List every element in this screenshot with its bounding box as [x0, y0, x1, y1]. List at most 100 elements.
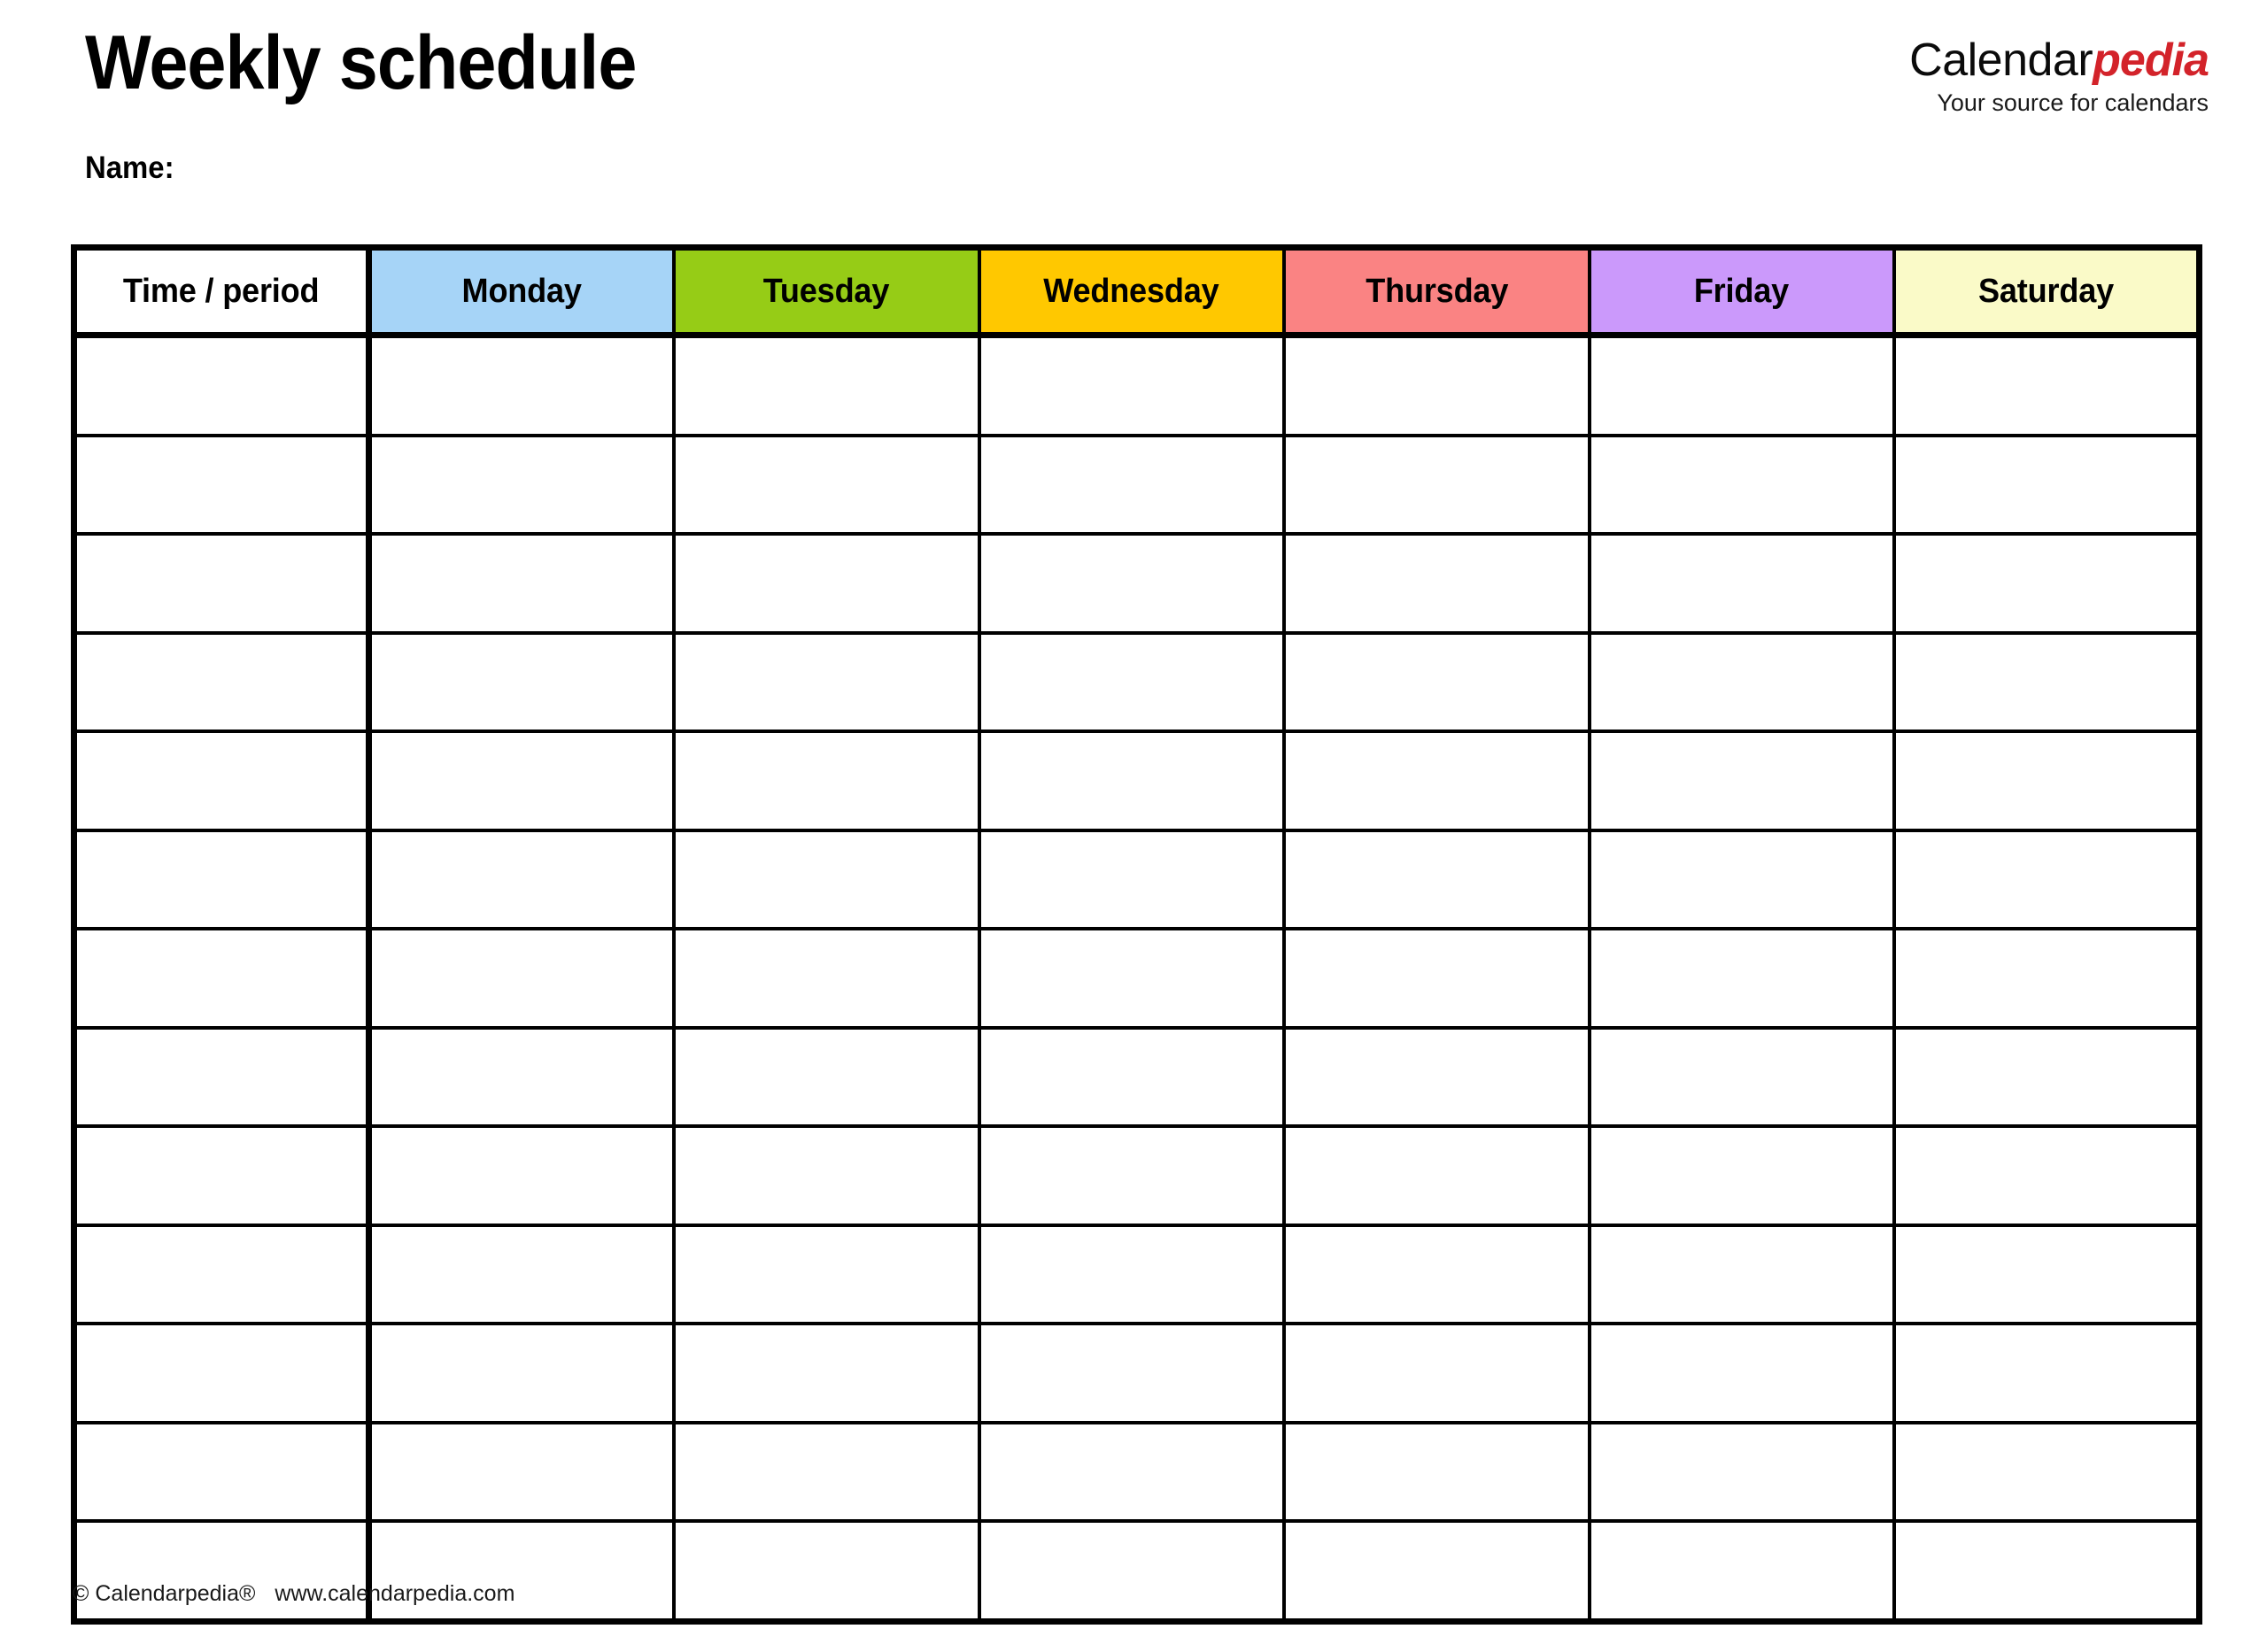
schedule-cell-monday[interactable]	[367, 1324, 676, 1424]
schedule-cell-time[interactable]	[71, 534, 372, 635]
table-row	[71, 929, 2202, 1030]
schedule-cell-thursday[interactable]	[1282, 929, 1591, 1030]
schedule-cell-thursday[interactable]	[1282, 1422, 1591, 1523]
schedule-cell-tuesday[interactable]	[672, 1422, 981, 1523]
schedule-cell-time[interactable]	[71, 435, 372, 536]
schedule-cell-tuesday[interactable]	[672, 1521, 981, 1625]
schedule-cell-thursday[interactable]	[1282, 1324, 1591, 1424]
schedule-cell-friday[interactable]	[1587, 1224, 1896, 1325]
schedule-cell-wednesday[interactable]	[977, 632, 1286, 733]
schedule-cell-wednesday[interactable]	[977, 1027, 1286, 1128]
schedule-cell-friday[interactable]	[1587, 534, 1896, 635]
schedule-cell-saturday[interactable]	[1892, 1224, 2202, 1325]
schedule-cell-friday[interactable]	[1587, 1027, 1896, 1128]
schedule-cell-time[interactable]	[71, 1422, 372, 1523]
schedule-cell-saturday[interactable]	[1892, 929, 2202, 1030]
schedule-cell-tuesday[interactable]	[672, 335, 981, 437]
schedule-cell-thursday[interactable]	[1282, 1126, 1591, 1227]
schedule-cell-friday[interactable]	[1587, 1521, 1896, 1625]
schedule-cell-time[interactable]	[71, 1027, 372, 1128]
column-header-thursday: Thursday	[1282, 244, 1591, 338]
schedule-cell-time[interactable]	[71, 335, 372, 437]
schedule-cell-wednesday[interactable]	[977, 335, 1286, 437]
page-title: Weekly schedule	[85, 20, 637, 105]
schedule-cell-saturday[interactable]	[1892, 830, 2202, 930]
schedule-cell-monday[interactable]	[367, 335, 676, 437]
schedule-cell-time[interactable]	[71, 731, 372, 832]
schedule-cell-tuesday[interactable]	[672, 929, 981, 1030]
schedule-cell-time[interactable]	[71, 830, 372, 930]
schedule-cell-friday[interactable]	[1587, 435, 1896, 536]
schedule-cell-tuesday[interactable]	[672, 435, 981, 536]
schedule-cell-tuesday[interactable]	[672, 1324, 981, 1424]
schedule-cell-friday[interactable]	[1587, 731, 1896, 832]
schedule-cell-time[interactable]	[71, 1224, 372, 1325]
table-row	[71, 534, 2202, 635]
schedule-cell-wednesday[interactable]	[977, 1324, 1286, 1424]
schedule-cell-monday[interactable]	[367, 1126, 676, 1227]
schedule-cell-monday[interactable]	[367, 731, 676, 832]
schedule-cell-thursday[interactable]	[1282, 1027, 1591, 1128]
schedule-cell-monday[interactable]	[367, 632, 676, 733]
schedule-cell-friday[interactable]	[1587, 929, 1896, 1030]
schedule-cell-thursday[interactable]	[1282, 632, 1591, 733]
column-header-label: Wednesday	[1043, 272, 1219, 310]
schedule-cell-tuesday[interactable]	[672, 632, 981, 733]
schedule-cell-monday[interactable]	[367, 1027, 676, 1128]
schedule-cell-saturday[interactable]	[1892, 1422, 2202, 1523]
column-header-label: Monday	[461, 272, 583, 310]
schedule-cell-tuesday[interactable]	[672, 830, 981, 930]
schedule-cell-wednesday[interactable]	[977, 435, 1286, 536]
schedule-cell-friday[interactable]	[1587, 1324, 1896, 1424]
schedule-cell-time[interactable]	[71, 1126, 372, 1227]
schedule-cell-thursday[interactable]	[1282, 830, 1591, 930]
schedule-cell-wednesday[interactable]	[977, 731, 1286, 832]
schedule-cell-wednesday[interactable]	[977, 830, 1286, 930]
column-header-monday: Monday	[367, 244, 676, 338]
schedule-cell-monday[interactable]	[367, 534, 676, 635]
schedule-cell-saturday[interactable]	[1892, 632, 2202, 733]
schedule-cell-saturday[interactable]	[1892, 731, 2202, 832]
schedule-cell-friday[interactable]	[1587, 335, 1896, 437]
schedule-cell-thursday[interactable]	[1282, 534, 1591, 635]
schedule-cell-thursday[interactable]	[1282, 335, 1591, 437]
schedule-cell-saturday[interactable]	[1892, 534, 2202, 635]
schedule-cell-saturday[interactable]	[1892, 1027, 2202, 1128]
schedule-cell-wednesday[interactable]	[977, 534, 1286, 635]
schedule-cell-saturday[interactable]	[1892, 1324, 2202, 1424]
schedule-cell-thursday[interactable]	[1282, 435, 1591, 536]
schedule-cell-thursday[interactable]	[1282, 1521, 1591, 1625]
schedule-cell-monday[interactable]	[367, 1422, 676, 1523]
schedule-cell-time[interactable]	[71, 929, 372, 1030]
column-header-label: Friday	[1694, 272, 1790, 310]
schedule-cell-monday[interactable]	[367, 929, 676, 1030]
schedule-cell-wednesday[interactable]	[977, 1126, 1286, 1227]
schedule-cell-wednesday[interactable]	[977, 1521, 1286, 1625]
schedule-cell-friday[interactable]	[1587, 1422, 1896, 1523]
schedule-cell-saturday[interactable]	[1892, 1521, 2202, 1625]
schedule-cell-time[interactable]	[71, 1324, 372, 1424]
schedule-cell-wednesday[interactable]	[977, 929, 1286, 1030]
schedule-cell-saturday[interactable]	[1892, 1126, 2202, 1227]
schedule-cell-time[interactable]	[71, 632, 372, 733]
schedule-cell-tuesday[interactable]	[672, 534, 981, 635]
schedule-cell-tuesday[interactable]	[672, 1126, 981, 1227]
schedule-cell-monday[interactable]	[367, 435, 676, 536]
schedule-cell-friday[interactable]	[1587, 1126, 1896, 1227]
schedule-cell-saturday[interactable]	[1892, 335, 2202, 437]
brand-wordmark: Calendarpedia	[1909, 35, 2209, 86]
schedule-cell-wednesday[interactable]	[977, 1224, 1286, 1325]
schedule-cell-tuesday[interactable]	[672, 1224, 981, 1325]
schedule-cell-tuesday[interactable]	[672, 1027, 981, 1128]
brand-word-pedia: pedia	[2093, 35, 2209, 86]
schedule-cell-friday[interactable]	[1587, 830, 1896, 930]
schedule-cell-thursday[interactable]	[1282, 1224, 1591, 1325]
schedule-cell-saturday[interactable]	[1892, 435, 2202, 536]
schedule-cell-thursday[interactable]	[1282, 731, 1591, 832]
schedule-cell-wednesday[interactable]	[977, 1422, 1286, 1523]
name-field-label: Name:	[85, 151, 174, 185]
schedule-cell-tuesday[interactable]	[672, 731, 981, 832]
schedule-cell-monday[interactable]	[367, 1224, 676, 1325]
schedule-cell-monday[interactable]	[367, 830, 676, 930]
schedule-cell-friday[interactable]	[1587, 632, 1896, 733]
